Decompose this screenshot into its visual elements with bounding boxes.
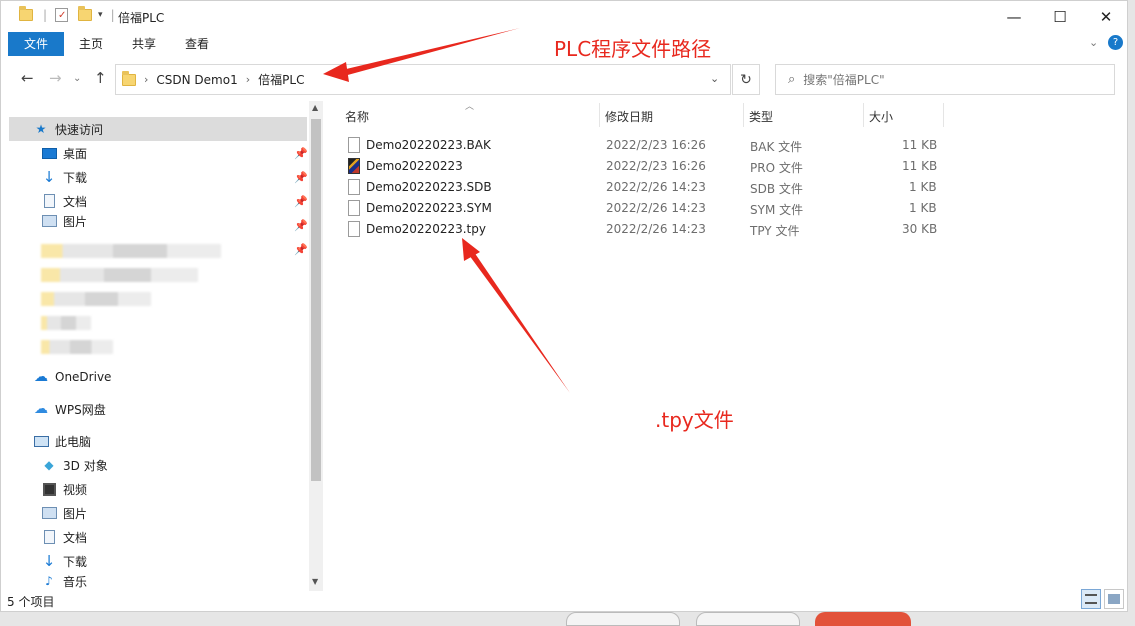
bottom-pill <box>566 612 680 626</box>
annotation-overlay <box>323 28 570 393</box>
bottom-pill-red <box>815 612 911 626</box>
arrow-shaft-path <box>342 28 520 76</box>
annotation-tpy-label: .tpy文件 <box>655 408 734 432</box>
annotation-path-label: PLC程序文件路径 <box>554 37 712 61</box>
arrow-shaft-tpy <box>469 252 570 393</box>
bottom-pill <box>696 612 800 626</box>
arrow-head-path <box>323 62 349 82</box>
